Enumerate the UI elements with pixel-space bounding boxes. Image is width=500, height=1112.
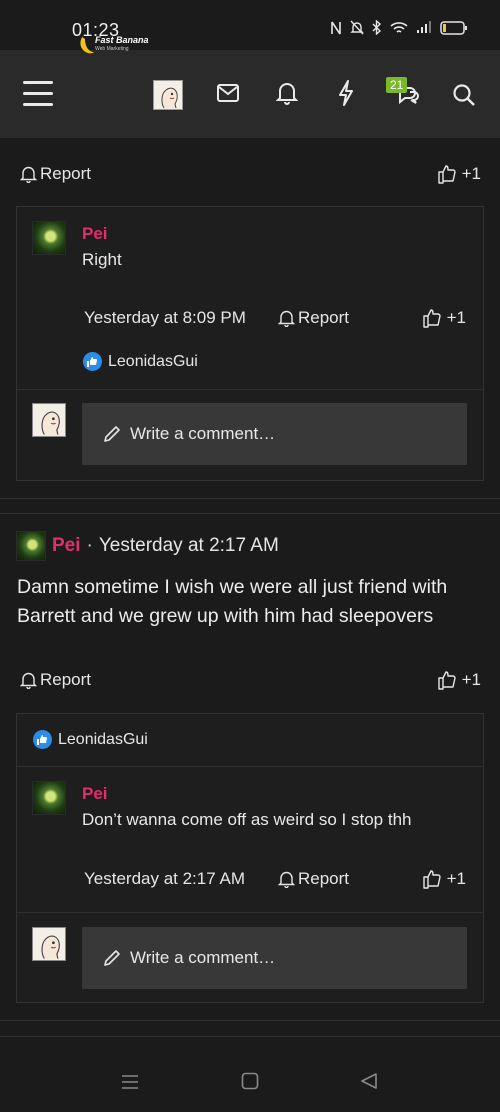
bluetooth-icon <box>372 20 382 35</box>
post-header: Pei · Yesterday at 2:17 AM <box>16 531 279 561</box>
current-user-avatar <box>32 403 66 437</box>
reaction-summary[interactable]: LeonidasGui <box>33 730 148 749</box>
battery-icon <box>440 20 467 35</box>
reply-text: Right <box>82 250 122 269</box>
menu-button[interactable] <box>20 72 56 116</box>
like-count: +1 <box>461 670 481 689</box>
reply-report-label: Report <box>298 869 350 888</box>
reply-report-link[interactable]: Report <box>278 869 349 889</box>
signal-icon <box>417 21 431 33</box>
mail-icon[interactable] <box>216 83 240 103</box>
back-icon[interactable] <box>360 1072 378 1090</box>
post-divider <box>0 1036 500 1037</box>
bell-icon[interactable] <box>276 81 298 105</box>
pencil-icon <box>104 426 120 442</box>
write-comment-placeholder: Write a comment… <box>130 424 276 443</box>
wifi-icon <box>390 21 408 33</box>
search-icon[interactable] <box>452 83 476 107</box>
current-user-avatar <box>32 927 66 961</box>
report-label: Report <box>40 670 92 689</box>
post-timestamp[interactable]: Yesterday at 2:17 AM <box>99 535 279 557</box>
avatar[interactable] <box>32 781 66 815</box>
bell-outline-icon <box>278 310 295 327</box>
banana-icon <box>80 35 94 54</box>
reply-like-count: +1 <box>446 308 466 327</box>
logo-subtitle: Web Marketing <box>95 46 129 52</box>
status-icons <box>330 20 468 35</box>
reply-author[interactable]: Pei <box>82 224 108 244</box>
reactor-name: LeonidasGui <box>108 352 198 370</box>
write-comment-input[interactable]: Write a comment… <box>82 403 467 465</box>
reply-text: Don’t wanna come off as weird so I stop … <box>82 810 412 829</box>
write-comment-placeholder: Write a comment… <box>130 948 276 967</box>
reply-author[interactable]: Pei <box>82 784 108 804</box>
reply-timestamp[interactable]: Yesterday at 2:17 AM <box>84 869 245 889</box>
write-comment-input[interactable]: Write a comment… <box>82 927 467 989</box>
reply-like-count: +1 <box>446 869 466 888</box>
lightning-icon[interactable] <box>337 80 355 106</box>
thumbs-up-icon <box>422 309 441 328</box>
reply-report-label: Report <box>298 308 350 327</box>
thumbs-up-icon <box>437 165 456 184</box>
like-count: +1 <box>461 164 481 183</box>
reply-like-button[interactable]: +1 <box>422 308 466 328</box>
reply-timestamp[interactable]: Yesterday at 8:09 PM <box>84 308 246 328</box>
menu-icon <box>23 81 53 84</box>
report-label: Report <box>40 164 92 183</box>
menu-icon-bar <box>23 92 53 95</box>
like-reaction-icon <box>83 352 102 371</box>
avatar[interactable] <box>16 531 46 561</box>
divider <box>17 912 483 913</box>
report-link[interactable]: Report <box>20 164 91 184</box>
like-reaction-icon <box>33 730 52 749</box>
status-bar: 01:23 <box>0 0 500 50</box>
cartoon-face-icon <box>154 81 182 109</box>
divider <box>17 766 483 767</box>
post-author[interactable]: Pei <box>52 535 81 557</box>
like-button[interactable]: +1 <box>437 670 481 690</box>
cartoon-face-icon <box>33 404 65 436</box>
report-link[interactable]: Report <box>20 670 91 690</box>
post-divider <box>0 513 500 514</box>
nfc-icon <box>331 21 341 34</box>
cartoon-face-icon <box>33 928 65 960</box>
system-nav-bar <box>0 1056 500 1112</box>
reply-report-link[interactable]: Report <box>278 308 349 328</box>
bell-muted-icon <box>350 20 364 35</box>
top-nav <box>0 50 500 138</box>
home-icon[interactable] <box>241 1072 259 1090</box>
site-logo[interactable]: Fast Banana Web Marketing <box>78 32 149 58</box>
reactor-name: LeonidasGui <box>58 730 148 748</box>
post-body: Damn sometime I wish we were all just fr… <box>17 576 448 627</box>
menu-icon-bar <box>23 103 53 106</box>
user-avatar[interactable] <box>153 80 183 110</box>
conversations-badge: 21 <box>386 77 408 93</box>
separator: · <box>86 535 93 556</box>
recent-apps-icon[interactable] <box>120 1072 140 1092</box>
pencil-icon <box>104 950 120 966</box>
thumbs-up-icon <box>422 870 441 889</box>
bell-outline-icon <box>20 166 37 183</box>
post-divider <box>0 498 500 499</box>
avatar[interactable] <box>32 221 66 255</box>
post-divider <box>0 1020 500 1021</box>
logo-text: Fast Banana <box>95 35 149 45</box>
thumbs-up-icon <box>437 671 456 690</box>
thread-content: Report +1 Pei Right Yesterday at 8:09 PM… <box>0 138 500 1056</box>
bell-outline-icon <box>20 672 37 689</box>
divider <box>17 389 483 390</box>
reply-like-button[interactable]: +1 <box>422 869 466 889</box>
reaction-summary[interactable]: LeonidasGui <box>83 352 198 371</box>
bell-outline-icon <box>278 871 295 888</box>
like-button[interactable]: +1 <box>437 164 481 184</box>
